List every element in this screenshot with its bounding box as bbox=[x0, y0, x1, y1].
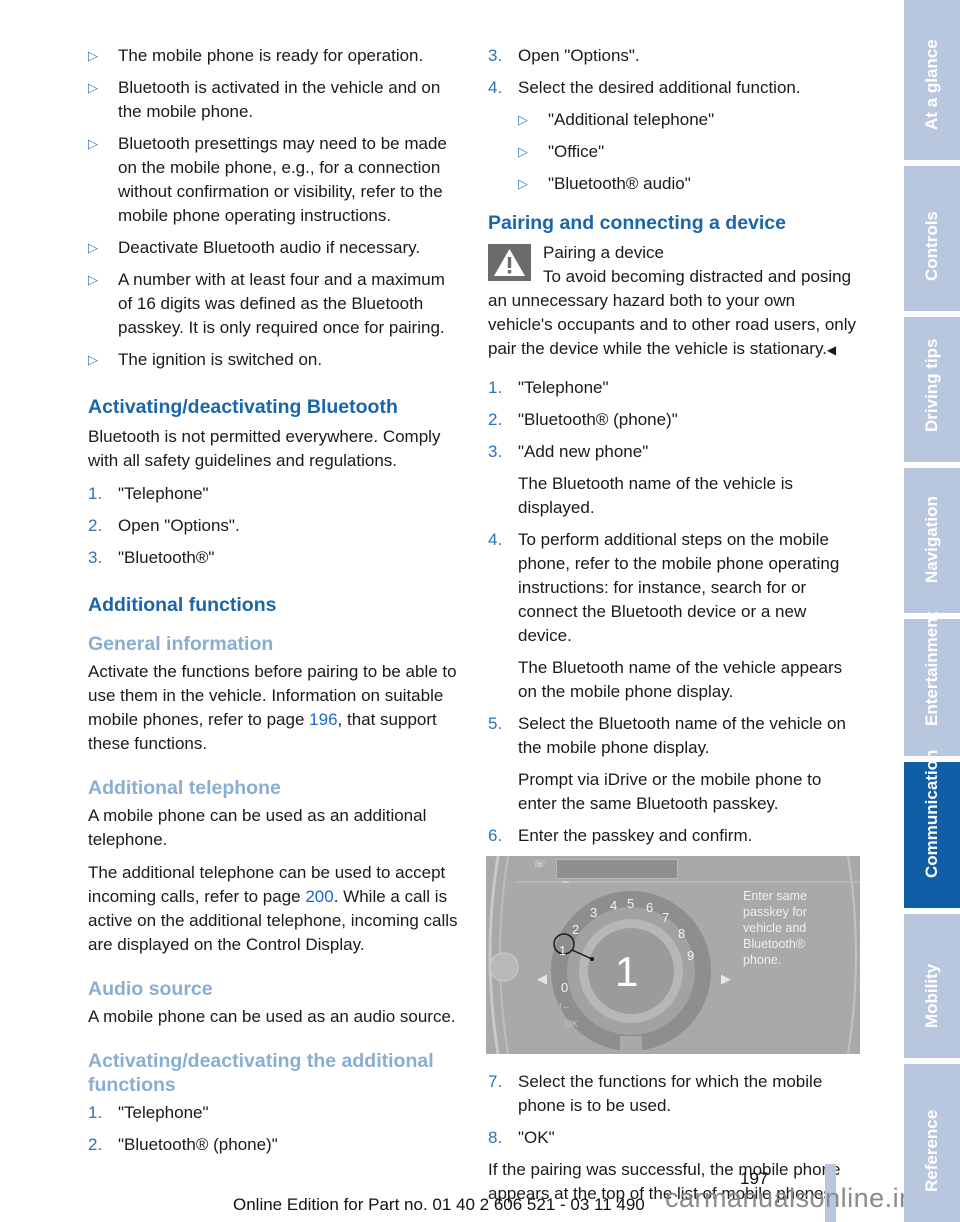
paragraph: Bluetooth is not permitted everywhere. C… bbox=[88, 427, 441, 470]
tab-communication[interactable]: Communication bbox=[904, 750, 960, 908]
paragraph: A mobile phone can be used as an audio s… bbox=[88, 1007, 456, 1026]
triangle-bullet-icon: ▷ bbox=[518, 112, 528, 127]
section-heading: Additional functions bbox=[88, 594, 277, 616]
edition-info: Online Edition for Part no. 01 40 2 606 … bbox=[233, 1195, 645, 1214]
triangle-bullet-icon: ▷ bbox=[88, 272, 98, 287]
warning-note: Pairing a device To avoid becoming distr… bbox=[488, 241, 863, 362]
triangle-bullet-icon: ▷ bbox=[88, 352, 98, 367]
section-heading: Activating/deactivating Bluetooth bbox=[88, 396, 398, 418]
steps-list: 1. "Telephone" 2. Open "Options". 3. "Bluet… bbox=[88, 482, 463, 570]
arrow-left-icon: ◀ bbox=[537, 971, 547, 986]
tab-controls[interactable]: Controls bbox=[904, 166, 960, 311]
paragraph: A mobile phone can be used as an additio… bbox=[88, 806, 427, 849]
tab-mobility[interactable]: Mobility bbox=[904, 914, 960, 1058]
idrive-passkey-screenshot: ☏ _ 0 1 2 3 4 5 6 7 8 9 1 ◀ ▶ I← OK Ente… bbox=[486, 856, 860, 1054]
list-item: ▷ A number with at least four and a maxim… bbox=[88, 270, 445, 337]
page-link[interactable]: 200 bbox=[305, 887, 333, 906]
selected-digit: 1 bbox=[615, 948, 639, 995]
triangle-bullet-icon: ▷ bbox=[88, 48, 98, 63]
tab-reference[interactable]: Reference bbox=[904, 1064, 960, 1222]
list-item: 6. Enter the passkey and confirm. bbox=[488, 826, 753, 845]
list-item: 1. "Telephone" bbox=[488, 378, 609, 397]
right-column: 3. Open "Options". 4. Select the desired a… bbox=[486, 44, 863, 1215]
list-item: 7. Select the functions for which the mob… bbox=[488, 1072, 823, 1115]
list-item: ▷ The mobile phone is ready for operation… bbox=[88, 44, 463, 68]
list-item: 1. "Telephone" bbox=[88, 484, 209, 503]
end-mark-icon: ◀ bbox=[826, 343, 837, 357]
triangle-bullet-icon: ▷ bbox=[88, 80, 98, 95]
list-item: 4. To perform additional steps on the mob… bbox=[488, 528, 863, 704]
steps-list: 1. "Telephone" 2. "Bluetooth® (phone)" bbox=[88, 1101, 463, 1157]
step-note: The Bluetooth name of the vehicle is dis… bbox=[518, 474, 793, 517]
list-item: 3. "Bluetooth®" bbox=[88, 548, 215, 567]
list-item: ▷ The ignition is switched on. bbox=[88, 348, 463, 372]
list-item: ▷ "Office" bbox=[518, 140, 863, 164]
triangle-bullet-icon: ▷ bbox=[88, 136, 98, 151]
list-item: 3. "Add new phone" The Bluetooth name of … bbox=[488, 440, 863, 520]
sub-list: ▷ "Additional telephone" ▷ "Office" ▷ "Blue… bbox=[518, 108, 863, 196]
list-item: 2. "Bluetooth® (phone)" bbox=[88, 1135, 278, 1154]
list-item: 8. "OK" bbox=[488, 1128, 555, 1147]
list-item: 2. "Bluetooth® (phone)" bbox=[488, 410, 678, 429]
list-item: ▷ Deactivate Bluetooth audio if necessary… bbox=[88, 236, 463, 260]
list-item: 5. Select the Bluetooth name of the vehic… bbox=[488, 712, 863, 816]
subsection-heading: Audio source bbox=[88, 978, 213, 1000]
tab-entertainment[interactable]: Entertainment bbox=[904, 612, 960, 756]
subsection-heading: Additional telephone bbox=[88, 777, 281, 799]
steps-list: 3. Open "Options". 4. Select the desired a… bbox=[488, 44, 863, 196]
list-item: ▷ "Additional telephone" bbox=[518, 108, 863, 132]
paragraph: Activate the functions before pairing to… bbox=[88, 662, 457, 753]
tab-driving-tips[interactable]: Driving tips bbox=[904, 317, 960, 462]
triangle-bullet-icon: ▷ bbox=[518, 176, 528, 191]
subsection-heading: General information bbox=[88, 633, 274, 655]
warning-triangle-icon bbox=[488, 244, 531, 281]
chapter-tabs: At a glance Controls Driving tips Naviga… bbox=[904, 0, 960, 1222]
paragraph: The additional telephone can be used to … bbox=[88, 863, 458, 954]
tab-at-a-glance[interactable]: At a glance bbox=[904, 0, 960, 160]
steps-list: 7. Select the functions for which the mob… bbox=[488, 1070, 863, 1150]
step-note: Prompt via iDrive or the mobile phone to… bbox=[518, 770, 822, 813]
passkey-input-field bbox=[556, 859, 678, 879]
list-item: ▷ Bluetooth presettings may need to be ma… bbox=[88, 134, 447, 225]
subsection-heading: Activating/deactivating the additional f… bbox=[88, 1050, 434, 1096]
arrow-right-icon: ▶ bbox=[721, 971, 731, 986]
warning-title: Pairing a device bbox=[543, 243, 664, 262]
requirements-list: ▷ The mobile phone is ready for operation… bbox=[88, 44, 463, 372]
list-item: 2. Open "Options". bbox=[88, 516, 240, 535]
list-item: 3. Open "Options". bbox=[488, 46, 640, 65]
triangle-bullet-icon: ▷ bbox=[518, 144, 528, 159]
left-column: ▷ The mobile phone is ready for operation… bbox=[88, 44, 463, 1165]
page-link[interactable]: 196 bbox=[309, 710, 337, 729]
phone-settings-icon: ☏ bbox=[533, 859, 546, 870]
list-item: ▷ "Bluetooth® audio" bbox=[518, 172, 863, 196]
list-item: 4. Select the desired additional function… bbox=[488, 76, 863, 196]
passkey-prompt-message: Enter same passkey for vehicle and Bluet… bbox=[743, 889, 807, 967]
steps-list: 1. "Telephone" 2. "Bluetooth® (phone)" 3. "… bbox=[488, 376, 863, 848]
warning-text: To avoid becoming distracted and posing … bbox=[488, 267, 857, 358]
triangle-bullet-icon: ▷ bbox=[88, 240, 98, 255]
watermark: carmanualsonline.info bbox=[665, 1183, 939, 1213]
tab-navigation[interactable]: Navigation bbox=[904, 468, 960, 613]
section-heading: Pairing and connecting a device bbox=[488, 212, 786, 234]
list-item: ▷ Bluetooth is activated in the vehicle a… bbox=[88, 78, 441, 121]
step-note: The Bluetooth name of the vehicle appear… bbox=[518, 658, 843, 701]
list-item: 1. "Telephone" bbox=[88, 1103, 209, 1122]
